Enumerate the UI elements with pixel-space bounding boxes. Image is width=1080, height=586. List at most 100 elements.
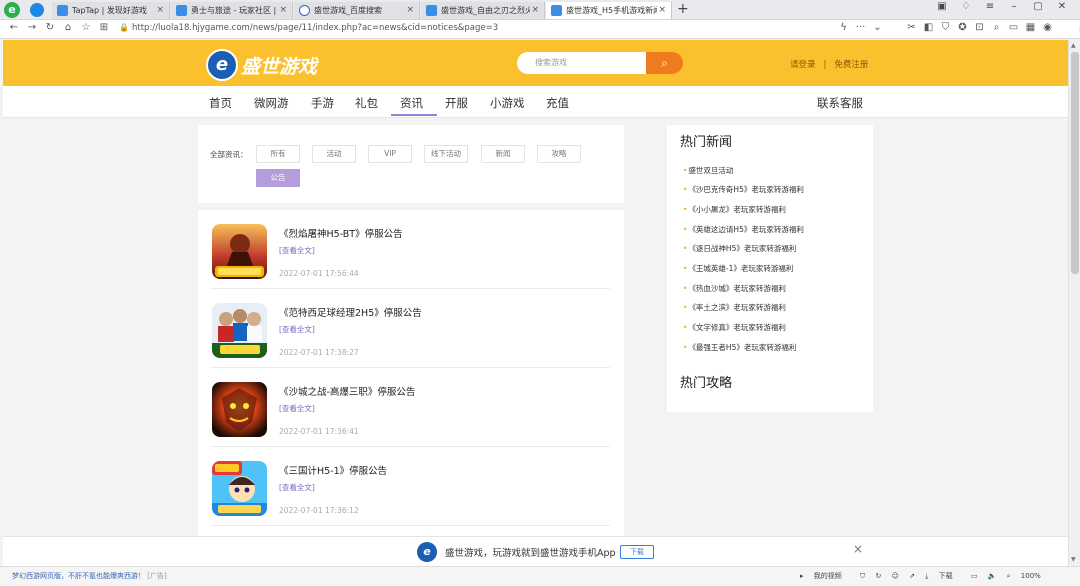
star-icon[interactable]: ☆ [77,22,95,33]
hot-news-item[interactable]: •《最强王者H5》老玩家转游福利 [683,342,796,353]
scissors-icon[interactable]: ✂ [903,22,920,33]
tab-close-icon[interactable]: × [406,2,414,19]
shirt-icon[interactable]: ♢ [954,1,978,12]
browser-tab-active[interactable]: 盛世游戏_H5手机游戏新闻-盛世游戏 × [546,2,672,19]
news-item[interactable]: 《沙城之战-高爆三职》停服公告 [查看全文] 2022-07-01 17:36:… [198,368,624,447]
browser-logo-icon[interactable]: e [4,2,20,18]
page-scrollbar[interactable]: ▲ ▼ [1068,40,1080,566]
hot-news-item[interactable]: •《率土之滨》老玩家转游福利 [683,302,786,313]
nav-item-servers[interactable]: 开服 [445,95,468,111]
nav-item-web-games[interactable]: 微网游 [254,95,289,111]
tab-close-icon[interactable]: × [531,2,539,19]
extension-icon[interactable]: ◧ [920,22,937,33]
game-thumbnail[interactable] [212,224,267,279]
browser-tab[interactable]: 盛世游戏_百度搜索 × [294,2,420,19]
menu-icon[interactable]: ≡ [978,1,1002,12]
translate-icon[interactable]: ⊡ [971,22,988,33]
read-more-link[interactable]: [查看全文] [279,403,315,414]
filter-events[interactable]: 活动 [312,145,356,163]
nav-item-mobile-games[interactable]: 手游 [311,95,334,111]
app-download-button[interactable]: 下载 [620,545,654,559]
screen-icon[interactable]: ▭ [1005,22,1022,33]
tab-close-icon[interactable]: × [279,2,287,19]
pin-icon[interactable]: ⇗ [909,572,915,580]
browser-tab[interactable]: 盛世游戏_自由之刃之烈火传奇 × [421,2,545,19]
search-icon[interactable]: ⌕ [988,22,1005,33]
news-item[interactable]: 《三国计H5-1》停服公告 [查看全文] 2022-07-01 17:36:12 [198,447,624,526]
refresh-icon[interactable]: ↻ [875,572,881,580]
new-tab-button[interactable]: + [677,1,689,17]
more-icon[interactable]: ··· [852,22,869,33]
hot-news-item[interactable]: •《逐日战神H5》老玩家转游福利 [683,243,796,254]
speaker-icon[interactable]: 🔈 [988,572,997,580]
sidebar-toggle-icon[interactable]: ▣ [930,1,954,12]
news-title[interactable]: 《三国计H5-1》停服公告 [279,463,387,477]
site-info-icon[interactable]: 🔒 [119,23,129,32]
news-item[interactable]: 《烈焰屠神H5-BT》停服公告 [查看全文] 2022-07-01 17:56:… [198,210,624,289]
read-more-link[interactable]: [查看全文] [279,324,315,335]
news-title[interactable]: 《范特西足球经理2H5》停服公告 [279,305,422,319]
login-link[interactable]: 请登录 [790,58,816,70]
news-title[interactable]: 《烈焰屠神H5-BT》停服公告 [279,226,403,240]
hot-news-item[interactable]: •《小小屠龙》老玩家转游福利 [683,204,786,215]
scroll-up-icon[interactable]: ▲ [1071,42,1076,49]
download-button[interactable]: ⤓ 下载 [925,571,960,581]
face-icon[interactable]: ☺ [892,572,899,580]
nav-item-home[interactable]: 首页 [209,95,232,111]
reload-icon[interactable]: ↻ [41,22,59,33]
nav-item-mini-games[interactable]: 小游戏 [490,95,525,111]
back-icon[interactable]: ← [5,22,23,33]
apps-icon[interactable]: ▦ [1022,22,1039,33]
read-more-link[interactable]: [查看全文] [279,245,315,256]
my-videos-button[interactable]: ▸ 我的视频 [800,571,850,581]
tab-close-icon[interactable]: × [658,2,666,19]
filter-news[interactable]: 新闻 [481,145,525,163]
download-icon[interactable]: ⤓ [1073,22,1080,33]
game-icon[interactable]: ✪ [954,22,971,33]
close-window-icon[interactable]: ✕ [1050,1,1074,12]
address-bar[interactable]: http://luola18.hjygame.com/news/page/11/… [132,23,498,33]
maximize-icon[interactable]: ▢ [1026,1,1050,12]
contact-service-link[interactable]: 联系客服 [817,95,863,111]
nav-item-gifts[interactable]: 礼包 [355,95,378,111]
browser-tab[interactable]: TapTap | 发现好游戏 × [52,2,170,19]
home-icon[interactable]: ⌂ [59,22,77,33]
game-search-input[interactable]: 搜索游戏 [517,52,647,74]
hot-news-item[interactable]: •《沙巴克传奇H5》老玩家转游福利 [683,184,804,195]
hot-news-item[interactable]: •《王城英雄-1》老玩家转游福利 [683,263,793,274]
news-item[interactable]: 《范特西足球经理2H5》停服公告 [查看全文] 2022-07-01 17:38… [198,289,624,368]
game-thumbnail[interactable] [212,382,267,437]
tab-close-icon[interactable]: × [156,2,164,19]
forward-icon[interactable]: → [23,22,41,33]
close-icon[interactable]: × [853,542,863,556]
browser-tab[interactable]: 勇士与旅途 - 玩家社区 | TapTap × [171,2,293,19]
filter-vip[interactable]: VIP [368,145,412,163]
lightning-icon[interactable]: ϟ [835,22,852,33]
filter-all[interactable]: 所有 [256,145,300,163]
register-link[interactable]: 免费注册 [834,58,868,70]
minimize-icon[interactable]: – [1002,1,1026,12]
search-button[interactable]: ⌕ [646,52,683,74]
filter-offline-events[interactable]: 线下活动 [424,145,468,163]
pinned-tab-icon[interactable] [30,3,44,17]
nav-item-news[interactable]: 资讯 [400,95,423,111]
hot-news-item[interactable]: •盛世双旦活动 [683,165,733,176]
hot-news-item[interactable]: •《英雄这边请H5》老玩家转游福利 [683,224,804,235]
scrollbar-thumb[interactable] [1071,52,1079,274]
grid-icon[interactable]: ⊞ [95,22,113,33]
hot-news-item[interactable]: •《文字修真》老玩家转游福利 [683,322,786,333]
shield-icon[interactable]: ⛉ [937,22,954,33]
filter-notices[interactable]: 公告 [256,169,300,187]
zoom-level[interactable]: ⌕ 100% [1007,572,1049,581]
user-icon[interactable]: ◉ [1039,22,1056,33]
window-icon[interactable]: ▭ [971,572,978,580]
read-more-link[interactable]: [查看全文] [279,482,315,493]
shield-icon[interactable]: ⛉ [860,572,865,581]
nav-item-recharge[interactable]: 充值 [546,95,569,111]
status-ad-link[interactable]: 梦幻西游网页版，不肝不氪也能爆爽西游！ [广告] [12,571,167,581]
news-title[interactable]: 《沙城之战-高爆三职》停服公告 [279,384,415,398]
game-thumbnail[interactable] [212,461,267,516]
scroll-down-icon[interactable]: ▼ [1071,556,1076,563]
hot-news-item[interactable]: •《热血沙城》老玩家转游福利 [683,283,786,294]
game-thumbnail[interactable] [212,303,267,358]
